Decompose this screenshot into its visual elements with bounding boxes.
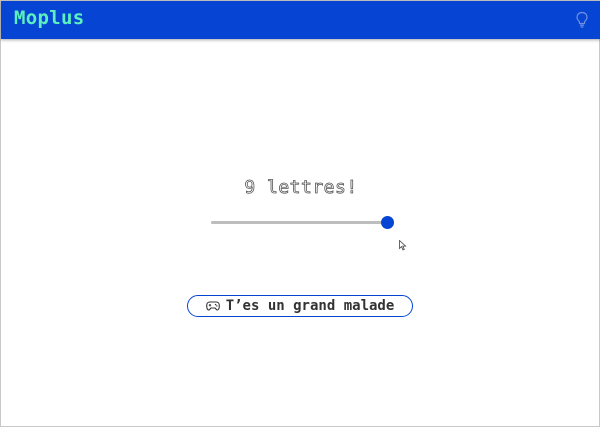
play-button-label: T’es un grand malade xyxy=(225,298,395,314)
slider-fill xyxy=(211,221,387,224)
slider-thumb[interactable] xyxy=(381,216,394,229)
play-button[interactable]: T’es un grand malade xyxy=(187,295,413,317)
mouse-cursor-icon xyxy=(399,240,407,251)
letter-count-slider[interactable] xyxy=(211,214,394,230)
lightbulb-icon[interactable] xyxy=(575,11,589,29)
gamepad-icon xyxy=(205,301,220,311)
letter-count-label: 9 lettres! xyxy=(244,177,358,199)
app-header: Moplus xyxy=(1,1,600,39)
app-window: Moplus 9 lettres! T’es un grand malade xyxy=(0,0,600,427)
app-title: Moplus xyxy=(14,7,85,29)
